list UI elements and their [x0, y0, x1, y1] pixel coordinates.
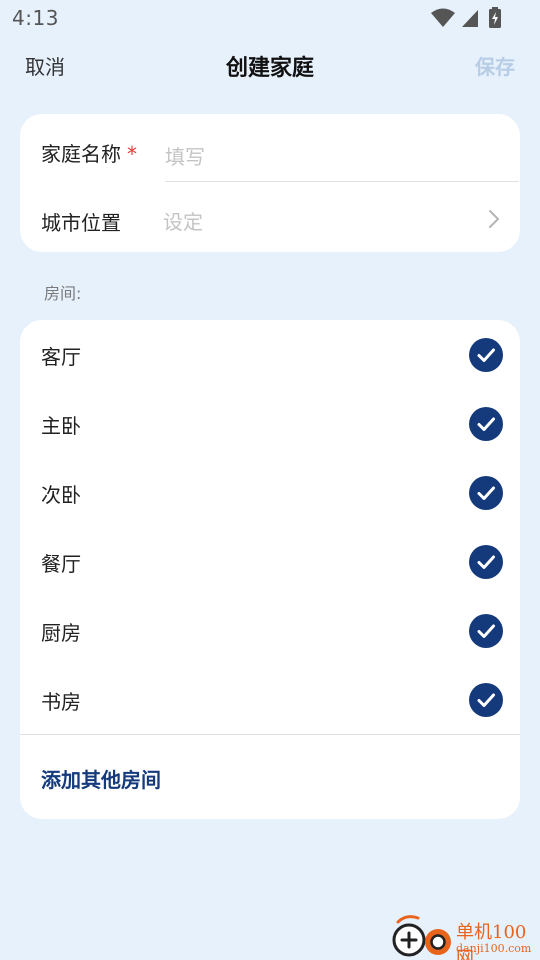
room-name: 客厅	[41, 345, 81, 369]
status-time: 4:13	[12, 6, 59, 30]
required-mark: *	[127, 142, 137, 166]
watermark: 单机100网 danji100.com	[390, 914, 540, 960]
chevron-right-icon[interactable]	[487, 208, 501, 230]
city-value[interactable]: 设定	[163, 206, 203, 235]
room-row-study[interactable]: 书房	[20, 665, 520, 734]
room-row-living-room[interactable]: 客厅	[20, 320, 520, 389]
city-label: 城市位置	[41, 211, 121, 235]
page-title: 创建家庭	[225, 56, 314, 81]
home-name-label: 家庭名称	[41, 142, 121, 166]
check-icon[interactable]	[469, 683, 503, 717]
room-name: 次卧	[41, 483, 81, 507]
room-name: 主卧	[41, 414, 81, 438]
save-button[interactable]: 保存	[475, 51, 515, 80]
rooms-section-label: 房间:	[44, 284, 82, 303]
home-name-input[interactable]	[165, 132, 519, 182]
battery-charging-icon	[489, 7, 501, 28]
nav-bar: 取消 创建家庭 保存	[0, 40, 540, 88]
rooms-divider	[20, 734, 520, 735]
room-name: 书房	[41, 690, 81, 714]
check-icon[interactable]	[469, 338, 503, 372]
room-name: 厨房	[41, 621, 81, 645]
wifi-icon	[431, 8, 455, 27]
check-icon[interactable]	[469, 476, 503, 510]
add-other-room-button[interactable]: 添加其他房间	[41, 764, 161, 793]
home-name-label-row: 家庭名称 *	[41, 138, 137, 167]
room-row-kitchen[interactable]: 厨房	[20, 596, 520, 665]
room-row-second-bedroom[interactable]: 次卧	[20, 458, 520, 527]
cell-signal-icon	[462, 10, 478, 27]
status-bar: 4:13	[0, 0, 540, 36]
check-icon[interactable]	[469, 545, 503, 579]
watermark-logo-icon	[392, 915, 451, 957]
check-icon[interactable]	[469, 407, 503, 441]
room-row-master-bedroom[interactable]: 主卧	[20, 389, 520, 458]
rooms-card: 客厅 主卧 次卧 餐厅 厨房 书房 添加其他房间	[20, 320, 520, 819]
home-info-card: 家庭名称* 城市位置 设定	[20, 114, 520, 252]
check-icon[interactable]	[469, 614, 503, 648]
room-name: 餐厅	[41, 552, 81, 576]
room-row-dining-room[interactable]: 餐厅	[20, 527, 520, 596]
watermark-domain: danji100.com	[456, 942, 532, 955]
